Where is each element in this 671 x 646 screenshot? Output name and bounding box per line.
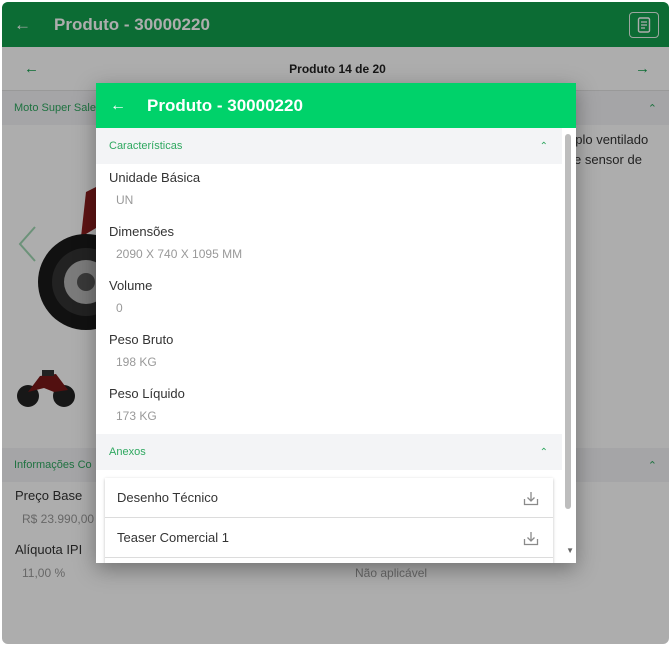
- field-label: Dimensões: [109, 224, 175, 239]
- field-value: 198 KG: [116, 355, 157, 369]
- modal-header: ← Produto - 30000220: [96, 83, 576, 128]
- field-volume: Volume 0: [96, 272, 562, 326]
- field-value: 0: [116, 301, 123, 315]
- download-icon[interactable]: [523, 490, 539, 506]
- field-label: Peso Bruto: [109, 332, 174, 347]
- download-icon[interactable]: [523, 530, 539, 546]
- modal-title: Produto - 30000220: [147, 95, 303, 115]
- section-label: Características: [109, 140, 183, 152]
- scrollbar-thumb[interactable]: [565, 134, 571, 509]
- back-arrow-icon[interactable]: ←: [110, 97, 130, 115]
- field-value: 173 KG: [116, 409, 157, 423]
- attachments-list: Desenho Técnico Teaser Comercial 1: [105, 478, 553, 563]
- field-label: Volume: [109, 278, 153, 293]
- attachments-section-header[interactable]: Anexos ⌃: [96, 434, 562, 470]
- characteristics-section-header[interactable]: Características ⌃: [96, 128, 562, 164]
- product-details-modal: ← Produto - 30000220 Características ⌃ U…: [96, 83, 576, 563]
- attachment-item[interactable]: [105, 558, 553, 563]
- field-value: UN: [116, 193, 134, 207]
- modal-body: Características ⌃ Unidade Básica UN Dime…: [96, 128, 562, 563]
- field-label: Unidade Básica: [109, 170, 201, 185]
- field-dimensoes: Dimensões 2090 X 740 X 1095 MM: [96, 218, 562, 272]
- attachment-name: Desenho Técnico: [117, 490, 218, 505]
- scroll-down-arrow-icon[interactable]: ▼: [566, 546, 574, 555]
- field-peso-liquido: Peso Líquido 173 KG: [96, 380, 562, 434]
- chevron-up-icon[interactable]: ⌃: [540, 447, 548, 458]
- modal-scrollbar[interactable]: ▼: [562, 128, 576, 563]
- field-value: 2090 X 740 X 1095 MM: [116, 247, 243, 261]
- field-peso-bruto: Peso Bruto 198 KG: [96, 326, 562, 380]
- field-unidade-basica: Unidade Básica UN: [96, 164, 562, 218]
- attachment-item[interactable]: Desenho Técnico: [105, 478, 553, 518]
- attachment-item[interactable]: Teaser Comercial 1: [105, 518, 553, 558]
- section-label: Anexos: [109, 446, 146, 458]
- attachment-name: Teaser Comercial 1: [117, 530, 229, 545]
- chevron-up-icon[interactable]: ⌃: [540, 141, 548, 152]
- field-label: Peso Líquido: [109, 386, 185, 401]
